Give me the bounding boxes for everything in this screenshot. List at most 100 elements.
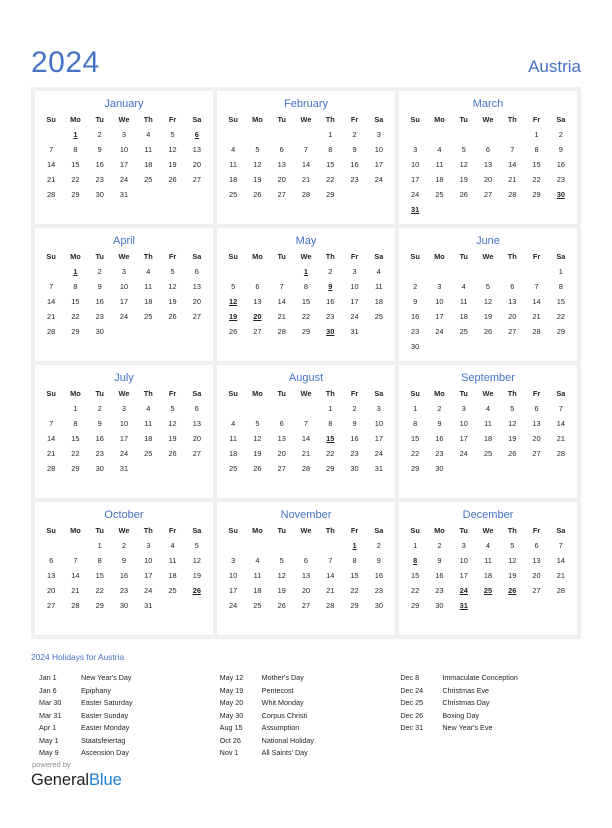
day-cell[interactable]: 4	[476, 401, 500, 416]
day-cell[interactable]: 22	[524, 172, 548, 187]
day-cell[interactable]: 22	[63, 172, 87, 187]
day-cell[interactable]: 5	[185, 538, 209, 553]
day-cell[interactable]: 26	[452, 187, 476, 202]
day-cell[interactable]: 28	[549, 583, 573, 598]
day-cell[interactable]: 26	[160, 446, 184, 461]
day-cell-holiday[interactable]: 1	[63, 127, 87, 142]
day-cell[interactable]: 8	[549, 279, 573, 294]
day-cell[interactable]: 25	[136, 309, 160, 324]
day-cell[interactable]: 29	[294, 324, 318, 339]
day-cell[interactable]: 16	[342, 157, 366, 172]
day-cell[interactable]: 20	[476, 172, 500, 187]
day-cell[interactable]: 28	[39, 187, 63, 202]
day-cell[interactable]: 27	[185, 309, 209, 324]
day-cell[interactable]: 25	[367, 309, 391, 324]
day-cell[interactable]: 29	[403, 461, 427, 476]
day-cell[interactable]: 5	[245, 416, 269, 431]
day-cell[interactable]: 3	[112, 264, 136, 279]
day-cell[interactable]: 11	[136, 416, 160, 431]
day-cell[interactable]: 23	[318, 309, 342, 324]
day-cell[interactable]: 18	[221, 172, 245, 187]
day-cell[interactable]: 22	[342, 583, 366, 598]
day-cell[interactable]: 11	[367, 279, 391, 294]
day-cell[interactable]: 13	[39, 568, 63, 583]
day-cell[interactable]: 22	[294, 309, 318, 324]
day-cell[interactable]: 17	[342, 294, 366, 309]
day-cell[interactable]: 1	[318, 401, 342, 416]
day-cell[interactable]: 18	[452, 309, 476, 324]
day-cell[interactable]: 14	[39, 294, 63, 309]
day-cell[interactable]: 21	[549, 568, 573, 583]
day-cell[interactable]: 29	[63, 461, 87, 476]
day-cell[interactable]: 28	[270, 324, 294, 339]
day-cell[interactable]: 16	[318, 294, 342, 309]
day-cell[interactable]: 6	[245, 279, 269, 294]
day-cell[interactable]: 1	[318, 127, 342, 142]
day-cell[interactable]: 9	[88, 142, 112, 157]
day-cell[interactable]: 28	[294, 187, 318, 202]
day-cell[interactable]: 30	[427, 598, 451, 613]
day-cell[interactable]: 3	[452, 538, 476, 553]
day-cell[interactable]: 24	[112, 172, 136, 187]
day-cell[interactable]: 16	[342, 431, 366, 446]
day-cell[interactable]: 2	[342, 401, 366, 416]
day-cell[interactable]: 24	[367, 446, 391, 461]
day-cell[interactable]: 14	[549, 416, 573, 431]
day-cell[interactable]: 2	[88, 264, 112, 279]
day-cell[interactable]: 20	[185, 157, 209, 172]
day-cell[interactable]: 25	[427, 187, 451, 202]
day-cell[interactable]: 12	[160, 142, 184, 157]
day-cell[interactable]: 22	[63, 446, 87, 461]
day-cell[interactable]: 29	[63, 324, 87, 339]
day-cell[interactable]: 4	[221, 416, 245, 431]
day-cell[interactable]: 24	[112, 309, 136, 324]
day-cell[interactable]: 26	[221, 324, 245, 339]
day-cell[interactable]: 4	[427, 142, 451, 157]
day-cell-holiday[interactable]: 31	[403, 202, 427, 217]
day-cell-holiday[interactable]: 26	[185, 583, 209, 598]
day-cell[interactable]: 29	[549, 324, 573, 339]
day-cell[interactable]: 12	[245, 431, 269, 446]
day-cell[interactable]: 23	[427, 446, 451, 461]
day-cell[interactable]: 28	[39, 461, 63, 476]
day-cell[interactable]: 19	[500, 431, 524, 446]
day-cell[interactable]: 27	[39, 598, 63, 613]
day-cell[interactable]: 30	[342, 461, 366, 476]
day-cell[interactable]: 4	[476, 538, 500, 553]
day-cell[interactable]: 11	[136, 279, 160, 294]
day-cell[interactable]: 20	[185, 294, 209, 309]
day-cell[interactable]: 15	[63, 294, 87, 309]
day-cell-holiday[interactable]: 20	[245, 309, 269, 324]
day-cell-holiday[interactable]: 1	[294, 264, 318, 279]
day-cell[interactable]: 17	[403, 172, 427, 187]
day-cell[interactable]: 20	[270, 446, 294, 461]
day-cell[interactable]: 9	[88, 416, 112, 431]
day-cell[interactable]: 7	[294, 416, 318, 431]
day-cell[interactable]: 22	[403, 583, 427, 598]
day-cell[interactable]: 13	[294, 568, 318, 583]
day-cell[interactable]: 8	[403, 416, 427, 431]
day-cell[interactable]: 22	[549, 309, 573, 324]
day-cell[interactable]: 9	[112, 553, 136, 568]
day-cell[interactable]: 13	[245, 294, 269, 309]
day-cell[interactable]: 5	[270, 553, 294, 568]
day-cell[interactable]: 7	[39, 142, 63, 157]
day-cell[interactable]: 11	[245, 568, 269, 583]
day-cell[interactable]: 21	[294, 446, 318, 461]
day-cell[interactable]: 17	[112, 157, 136, 172]
day-cell[interactable]: 17	[427, 309, 451, 324]
day-cell[interactable]: 8	[318, 416, 342, 431]
day-cell[interactable]: 29	[318, 187, 342, 202]
day-cell[interactable]: 5	[500, 401, 524, 416]
day-cell[interactable]: 27	[185, 172, 209, 187]
day-cell[interactable]: 12	[500, 553, 524, 568]
day-cell[interactable]: 22	[88, 583, 112, 598]
day-cell[interactable]: 6	[39, 553, 63, 568]
day-cell[interactable]: 30	[88, 324, 112, 339]
day-cell[interactable]: 6	[185, 264, 209, 279]
day-cell[interactable]: 10	[136, 553, 160, 568]
day-cell[interactable]: 16	[88, 294, 112, 309]
day-cell[interactable]: 21	[39, 172, 63, 187]
day-cell[interactable]: 12	[500, 416, 524, 431]
day-cell[interactable]: 8	[294, 279, 318, 294]
